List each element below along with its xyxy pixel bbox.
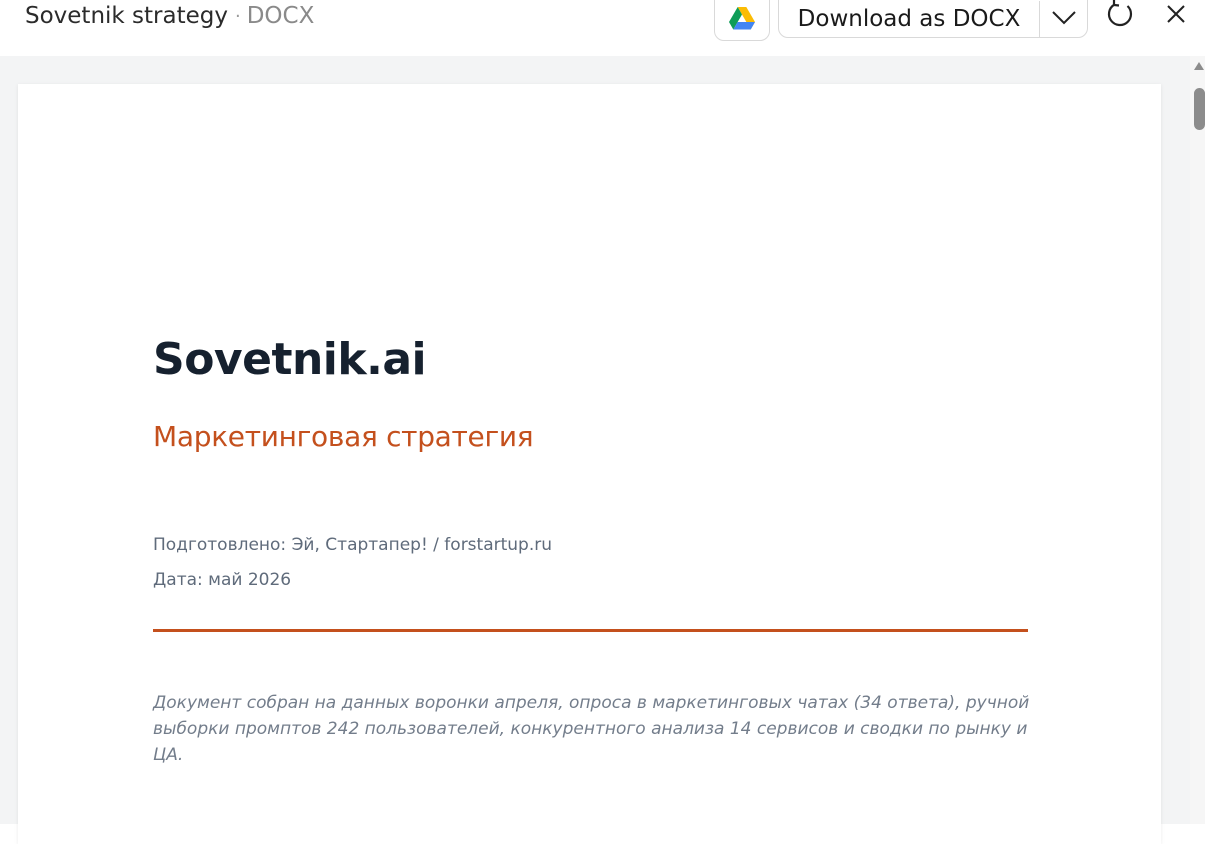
file-name: Sovetnik strategy: [25, 3, 228, 29]
download-options-button[interactable]: [1040, 0, 1087, 37]
save-to-drive-button[interactable]: [714, 0, 770, 41]
close-button[interactable]: [1160, 0, 1192, 32]
document-viewer[interactable]: Sovetnik.ai Маркетинговая стратегия Подг…: [0, 56, 1190, 844]
file-type: DOCX: [246, 3, 315, 29]
scroll-up-arrow[interactable]: [1194, 62, 1204, 70]
title-separator: ·: [234, 5, 241, 27]
download-button[interactable]: Download as DOCX: [779, 0, 1039, 37]
document-date: Дата: май 2026: [153, 570, 292, 590]
document-summary: Документ собран на данных воронки апреля…: [153, 693, 1030, 765]
refresh-button[interactable]: [1104, 0, 1136, 32]
accent-divider: [153, 629, 1028, 632]
vertical-scrollbar[interactable]: [1190, 56, 1205, 824]
prepared-by: Подготовлено: Эй, Стартапер! / forstartu…: [153, 535, 553, 555]
file-title: Sovetnik strategy · DOCX: [25, 0, 314, 32]
document-page: Sovetnik.ai Маркетинговая стратегия Подг…: [18, 84, 1161, 844]
close-icon: [1166, 4, 1186, 28]
scrollbar-thumb[interactable]: [1194, 88, 1205, 130]
document-subtitle: Маркетинговая стратегия: [153, 420, 534, 453]
google-drive-icon: [729, 7, 755, 34]
document-title: Sovetnik.ai: [153, 334, 427, 385]
chevron-down-icon: [1051, 10, 1076, 29]
preview-header: Sovetnik strategy · DOCX Download as DOC…: [0, 0, 1205, 56]
refresh-icon: [1105, 0, 1135, 33]
download-split-button: Download as DOCX: [778, 0, 1088, 38]
